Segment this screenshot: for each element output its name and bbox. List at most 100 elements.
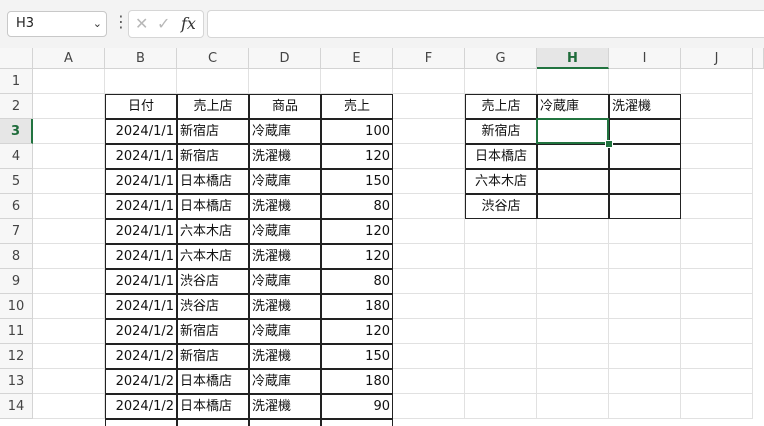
row-header-8[interactable]: 8 [0,244,33,269]
table1-cell[interactable] [105,419,177,426]
cell-j12[interactable] [681,344,753,369]
table1-cell[interactable]: 日本橋店 [177,394,249,419]
cell-j6[interactable] [681,194,753,219]
cell-h9[interactable] [537,269,609,294]
cell-a11[interactable] [33,319,105,344]
formula-input[interactable] [207,10,764,38]
table1-cell[interactable]: 120 [321,244,393,269]
cell-a10[interactable] [33,294,105,319]
cell-i1[interactable] [609,69,681,94]
cell-j5[interactable] [681,169,753,194]
column-header-j[interactable]: J [681,48,753,69]
table1-cell[interactable]: 90 [321,394,393,419]
table1-header[interactable]: 売上店 [177,94,249,119]
cell-a8[interactable] [33,244,105,269]
cell-a1[interactable] [33,69,105,94]
cell-j3[interactable] [681,119,753,144]
table1-cell[interactable]: 新宿店 [177,319,249,344]
table1-cell[interactable]: 2024/1/1 [105,244,177,269]
table2-header[interactable]: 洗濯機 [609,94,681,119]
cell-g12[interactable] [465,344,537,369]
row-header-14[interactable]: 14 [0,394,33,419]
more-options-icon[interactable]: ⋮ [113,12,129,31]
column-header-f[interactable]: F [393,48,465,69]
cell-b1[interactable] [105,69,177,94]
cell-a4[interactable] [33,144,105,169]
table1-cell[interactable]: 2024/1/1 [105,194,177,219]
table1-cell[interactable]: 2024/1/2 [105,319,177,344]
table1-cell[interactable]: 冷蔵庫 [249,119,321,144]
row-header-1[interactable]: 1 [0,69,33,94]
column-header-g[interactable]: G [465,48,537,69]
cell-a9[interactable] [33,269,105,294]
table1-header[interactable]: 日付 [105,94,177,119]
cell-g10[interactable] [465,294,537,319]
table1-cell[interactable]: 冷蔵庫 [249,319,321,344]
cell-i9[interactable] [609,269,681,294]
row-header-4[interactable]: 4 [0,144,33,169]
table2-cell[interactable] [537,169,609,194]
cell-j13[interactable] [681,369,753,394]
cell-h13[interactable] [537,369,609,394]
cell-j14[interactable] [681,394,753,419]
cell-f1[interactable] [393,69,465,94]
cell-f8[interactable] [393,244,465,269]
cell-c1[interactable] [177,69,249,94]
row-header-7[interactable]: 7 [0,219,33,244]
table1-cell[interactable]: 六本木店 [177,244,249,269]
cell-h7[interactable] [537,219,609,244]
table1-cell[interactable]: 2024/1/1 [105,169,177,194]
cell-i7[interactable] [609,219,681,244]
row-header-11[interactable]: 11 [0,319,33,344]
table1-cell[interactable]: 洗濯機 [249,394,321,419]
table1-cell[interactable]: 2024/1/1 [105,219,177,244]
column-header-i[interactable]: I [609,48,681,69]
cell-h14[interactable] [537,394,609,419]
cell-h10[interactable] [537,294,609,319]
table1-cell[interactable]: 120 [321,219,393,244]
table1-cell[interactable]: 180 [321,294,393,319]
table1-cell[interactable]: 2024/1/1 [105,269,177,294]
cell-h11[interactable] [537,319,609,344]
worksheet-grid[interactable]: 日付 売上店 商品 売上 2024/1/1 新宿店 冷蔵庫 100 2024/1/1 新宿店 洗濯機… [33,69,764,426]
cell-h8[interactable] [537,244,609,269]
cell-j1[interactable] [681,69,753,94]
column-header-b[interactable]: B [105,48,177,69]
column-header-h[interactable]: H [537,48,609,69]
cell-a7[interactable] [33,219,105,244]
cell-a13[interactable] [33,369,105,394]
table2-cell[interactable]: 日本橋店 [465,144,537,169]
cell-f9[interactable] [393,269,465,294]
active-cell-border[interactable] [536,118,609,144]
row-header-12[interactable]: 12 [0,344,33,369]
cell-g1[interactable] [465,69,537,94]
cell-a2[interactable] [33,94,105,119]
table1-cell[interactable]: 120 [321,144,393,169]
cell-f5[interactable] [393,169,465,194]
table1-cell[interactable]: 日本橋店 [177,169,249,194]
cancel-icon[interactable]: ✕ [135,14,148,33]
cell-e1[interactable] [321,69,393,94]
cell-i14[interactable] [609,394,681,419]
cell-h1[interactable] [537,69,609,94]
column-header-a[interactable]: A [33,48,105,69]
table1-header[interactable]: 売上 [321,94,393,119]
table1-cell[interactable]: 2024/1/1 [105,119,177,144]
table1-cell[interactable]: 洗濯機 [249,144,321,169]
table1-cell[interactable]: 100 [321,119,393,144]
cell-g9[interactable] [465,269,537,294]
table1-cell[interactable]: 180 [321,369,393,394]
cell-j8[interactable] [681,244,753,269]
row-header-2[interactable]: 2 [0,94,33,119]
column-header-partial[interactable] [753,48,764,69]
table1-header[interactable]: 商品 [249,94,321,119]
cell-a3[interactable] [33,119,105,144]
table2-cell[interactable]: 渋谷店 [465,194,537,219]
table1-cell[interactable] [249,419,321,426]
enter-icon[interactable]: ✓ [157,14,170,33]
cell-f10[interactable] [393,294,465,319]
table1-cell[interactable]: 150 [321,344,393,369]
table2-cell[interactable] [609,144,681,169]
row-header-9[interactable]: 9 [0,269,33,294]
cell-f4[interactable] [393,144,465,169]
